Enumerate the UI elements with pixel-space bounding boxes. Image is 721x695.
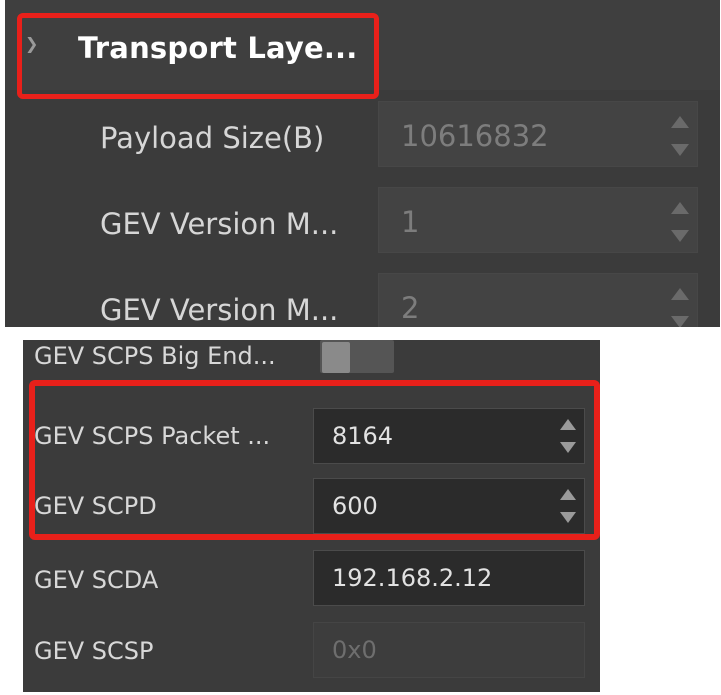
arrow-up-icon[interactable] bbox=[671, 116, 689, 128]
property-label: GEV SCSP bbox=[34, 637, 154, 665]
scsp-field[interactable]: 0x0 bbox=[313, 622, 585, 678]
property-label: GEV SCPS Big End... bbox=[34, 342, 276, 370]
property-value: 10616832 bbox=[401, 119, 549, 153]
scda-field[interactable]: 192.168.2.12 bbox=[313, 550, 585, 606]
property-label: GEV Version M... bbox=[100, 207, 339, 241]
arrow-down-icon[interactable] bbox=[671, 144, 689, 156]
gev-version-minor-field[interactable]: 2 bbox=[378, 273, 698, 327]
highlight-box-transport-layer bbox=[17, 13, 379, 99]
payload-size-field[interactable]: 10616832 bbox=[378, 101, 698, 167]
property-value: 1 bbox=[401, 205, 420, 239]
property-label: GEV SCDA bbox=[34, 566, 159, 594]
property-row-gev-version-major: GEV Version M... 1 bbox=[5, 187, 720, 257]
highlight-box-scps-scpd bbox=[29, 380, 600, 540]
arrow-up-icon[interactable] bbox=[671, 288, 689, 300]
spinner[interactable] bbox=[671, 202, 689, 242]
property-row-gev-version-minor: GEV Version M... 2 bbox=[5, 273, 720, 327]
property-row-payload-size: Payload Size(B) 10616832 bbox=[5, 101, 720, 171]
spinner[interactable] bbox=[671, 288, 689, 327]
property-row-scsp: GEV SCSP 0x0 bbox=[23, 620, 600, 680]
spinner[interactable] bbox=[671, 116, 689, 156]
arrow-up-icon[interactable] bbox=[671, 202, 689, 214]
gev-version-major-field[interactable]: 1 bbox=[378, 187, 698, 253]
toggle-knob bbox=[322, 342, 350, 373]
property-value: 192.168.2.12 bbox=[332, 564, 493, 592]
property-row-scda: GEV SCDA 192.168.2.12 bbox=[23, 550, 600, 610]
arrow-down-icon[interactable] bbox=[671, 316, 689, 327]
big-endian-toggle[interactable] bbox=[320, 340, 394, 373]
property-label: GEV Version M... bbox=[100, 293, 339, 327]
property-label: Payload Size(B) bbox=[100, 121, 325, 155]
arrow-down-icon[interactable] bbox=[671, 230, 689, 242]
property-value: 2 bbox=[401, 291, 420, 325]
property-value: 0x0 bbox=[332, 636, 377, 664]
